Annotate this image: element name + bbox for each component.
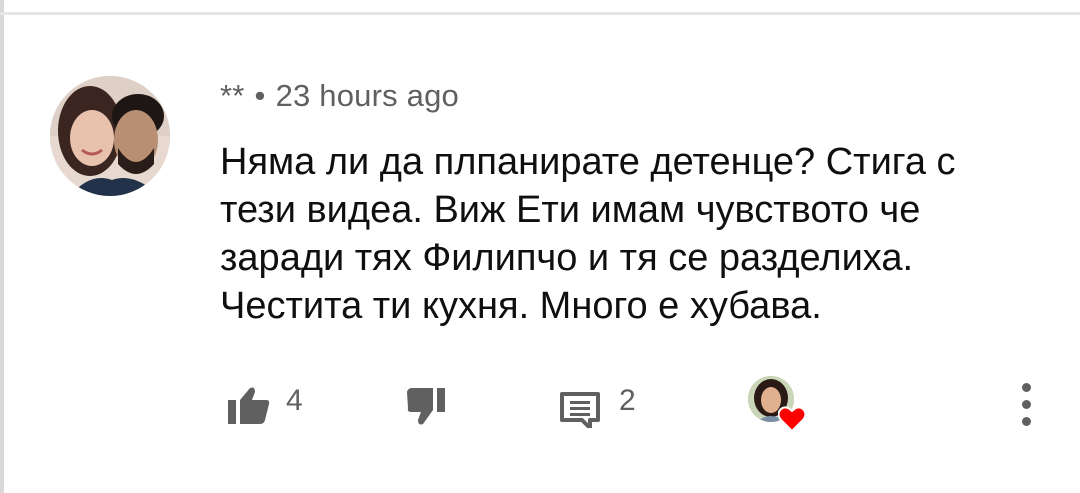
more-vertical-icon[interactable] [1014,380,1038,428]
comment-timestamp[interactable]: 23 hours ago [276,78,459,113]
comment-action-bar: 4 2 [0,372,1080,433]
creator-heart-icon [777,406,807,437]
creator-heart-badge [748,376,810,438]
thumbs-up-icon[interactable] [228,386,270,429]
meta-separator: • [254,78,266,113]
like-count: 4 [286,384,303,417]
avatar-photo [50,76,170,196]
reply-count: 2 [619,384,636,417]
comment-author[interactable]: ** [220,78,245,113]
comment-text: Няма ли да плпанирате детенце? Стига с т… [220,138,1020,330]
comment-line: Честита ти кухня. Много е хубава. [220,285,822,327]
comment-line: заради тях Филипчо и тя се разделиха. [220,237,914,279]
comment-line: тези видеа. Виж Ети имам чувството че [220,189,921,231]
commenter-avatar[interactable] [50,76,170,196]
comment-line: Няма ли да плпанирате детенце? Стига с [220,141,956,183]
thumbs-down-icon[interactable] [407,386,449,431]
top-divider [0,12,1080,15]
comment-meta: ** • 23 hours ago [220,78,459,114]
reply-comment-icon[interactable] [560,392,600,433]
